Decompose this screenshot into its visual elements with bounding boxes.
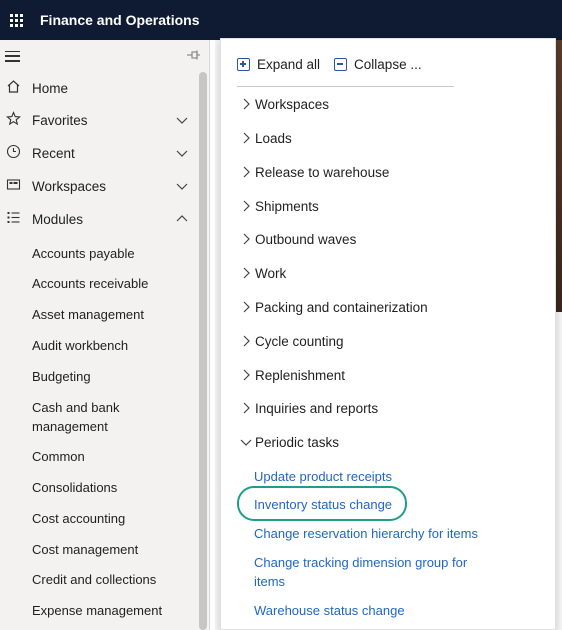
nav-item-label: Home <box>32 80 69 96</box>
group-label: Packing and containerization <box>255 299 428 315</box>
chevron-right-icon <box>243 267 250 279</box>
module-cost-accounting[interactable]: Cost accounting <box>32 509 197 528</box>
collapse-all-icon <box>334 58 348 71</box>
module-budgeting[interactable]: Budgeting <box>32 367 197 386</box>
nav-item-favorites[interactable]: Favorites <box>0 104 200 136</box>
link-update-product-receipts[interactable]: Update product receipts <box>254 467 494 486</box>
group-work[interactable]: Work <box>239 261 286 285</box>
group-label: Release to warehouse <box>255 164 390 180</box>
nav-item-label: Modules <box>32 211 84 227</box>
list-icon <box>0 210 26 229</box>
group-shipments[interactable]: Shipments <box>239 194 319 218</box>
module-credit-and-collections[interactable]: Credit and collections <box>32 570 197 589</box>
group-label: Shipments <box>255 198 319 214</box>
chevron-down-icon[interactable] <box>174 112 190 128</box>
chevron-right-icon <box>243 200 250 212</box>
module-common[interactable]: Common <box>32 447 197 466</box>
app-title: Finance and Operations <box>40 12 200 28</box>
app-launcher-icon[interactable] <box>4 0 28 40</box>
chevron-down-icon[interactable] <box>174 178 190 194</box>
home-icon <box>0 79 26 98</box>
link-change-reservation-hierarchy[interactable]: Change reservation hierarchy for items <box>254 524 494 543</box>
toolbar-divider <box>237 86 454 87</box>
chevron-right-icon <box>243 166 250 178</box>
flyout-toolbar: Expand all Collapse ... <box>237 57 436 72</box>
nav-item-label: Favorites <box>32 112 88 128</box>
link-change-tracking-dimension-group[interactable]: Change tracking dimension group for item… <box>254 553 489 591</box>
nav-item-recent[interactable]: Recent <box>0 137 200 169</box>
hamburger-menu-icon[interactable] <box>5 50 20 62</box>
star-icon <box>0 110 26 130</box>
module-consolidations[interactable]: Consolidations <box>32 478 197 497</box>
group-inquiries-and-reports[interactable]: Inquiries and reports <box>239 396 378 420</box>
group-label: Loads <box>255 130 292 146</box>
group-replenishment[interactable]: Replenishment <box>239 363 345 387</box>
group-label: Outbound waves <box>255 231 357 247</box>
group-label: Replenishment <box>255 367 346 383</box>
nav-item-label: Recent <box>32 145 75 161</box>
nav-scrollbar[interactable] <box>199 72 207 630</box>
module-audit-workbench[interactable]: Audit workbench <box>32 336 197 355</box>
clock-icon <box>0 144 26 163</box>
chevron-right-icon <box>243 335 250 347</box>
chevron-up-icon[interactable] <box>174 211 190 227</box>
chevron-right-icon <box>243 301 250 313</box>
group-label: Work <box>255 265 287 281</box>
group-label: Cycle counting <box>255 333 344 349</box>
group-cycle-counting[interactable]: Cycle counting <box>239 329 344 353</box>
chevron-down-icon[interactable] <box>174 145 190 161</box>
pin-icon[interactable] <box>187 49 201 63</box>
link-inventory-status-change[interactable]: Inventory status change <box>254 495 494 514</box>
expand-all-icon <box>237 58 250 71</box>
chevron-right-icon <box>243 233 250 245</box>
chevron-down-icon <box>240 439 252 446</box>
chevron-right-icon <box>243 369 250 381</box>
nav-item-home[interactable]: Home <box>0 72 200 104</box>
workspace-icon <box>0 177 26 196</box>
expand-all-button[interactable]: Expand all <box>237 57 320 72</box>
group-periodic-tasks[interactable]: Periodic tasks <box>239 430 339 454</box>
nav-item-modules[interactable]: Modules <box>0 203 200 235</box>
module-expense-management[interactable]: Expense management <box>32 601 197 620</box>
module-accounts-payable[interactable]: Accounts payable <box>32 244 197 263</box>
collapse-all-button[interactable]: Collapse ... <box>334 57 422 72</box>
group-label: Workspaces <box>255 96 330 112</box>
nav-item-label: Workspaces <box>32 178 107 194</box>
group-release-to-warehouse[interactable]: Release to warehouse <box>239 160 389 184</box>
chevron-right-icon <box>243 132 250 144</box>
navigation-pane: Home Favorites Recent Workspaces Modules… <box>0 40 210 630</box>
module-flyout: Expand all Collapse ... Workspaces Loads… <box>220 38 556 630</box>
link-warehouse-status-change[interactable]: Warehouse status change <box>254 601 494 620</box>
module-cost-management[interactable]: Cost management <box>32 540 197 559</box>
expand-all-label: Expand all <box>257 57 321 72</box>
module-asset-management[interactable]: Asset management <box>32 305 197 324</box>
collapse-all-label: Collapse ... <box>354 57 422 72</box>
nav-item-workspaces[interactable]: Workspaces <box>0 170 200 202</box>
module-cash-and-bank-management[interactable]: Cash and bank management <box>32 398 132 436</box>
chevron-right-icon <box>243 98 250 110</box>
group-packing-and-containerization[interactable]: Packing and containerization <box>239 295 428 319</box>
chevron-right-icon <box>243 402 250 414</box>
background-image <box>556 40 562 312</box>
module-accounts-receivable[interactable]: Accounts receivable <box>32 274 197 293</box>
group-workspaces[interactable]: Workspaces <box>239 92 329 116</box>
group-loads[interactable]: Loads <box>239 126 292 150</box>
group-label: Periodic tasks <box>255 434 340 450</box>
top-bar: Finance and Operations <box>0 0 562 40</box>
group-label: Inquiries and reports <box>255 400 379 416</box>
group-outbound-waves[interactable]: Outbound waves <box>239 227 356 251</box>
